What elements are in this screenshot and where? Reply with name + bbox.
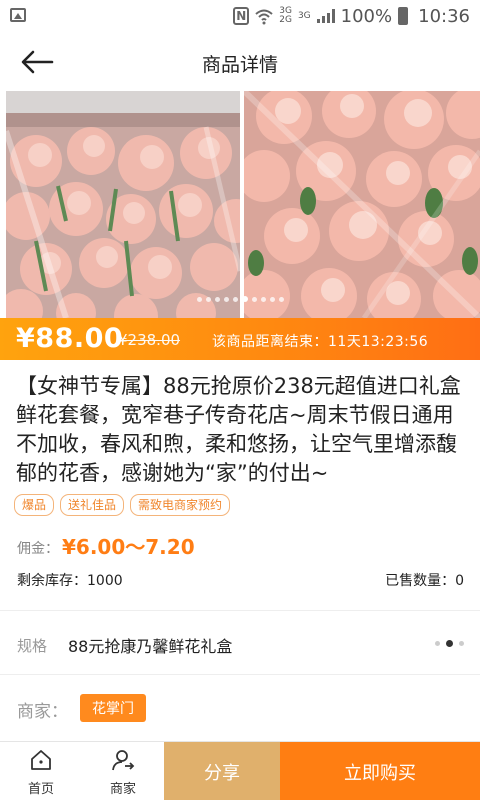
home-icon (31, 750, 51, 770)
home-label: 首页 (27, 782, 54, 797)
signal-icon (316, 9, 335, 23)
merchant-name-button[interactable]: 花掌门 (80, 694, 146, 722)
product-tags: 爆品 送礼佳品 需致电商家预约 (14, 494, 231, 516)
price-bar: ¥88.00 ¥238.00 该商品距离结束：11天13:23:56 (0, 318, 480, 360)
gallery-notification-icon (10, 8, 26, 22)
network-type-bottom: 2G (279, 15, 292, 25)
network-type-indicator-2: 3G (297, 10, 311, 21)
commission-label: 佣金： (17, 541, 59, 557)
home-button[interactable]: 首页 (0, 742, 82, 800)
carousel-indicator (0, 287, 480, 306)
divider (0, 610, 480, 611)
product-photo-left (6, 91, 240, 318)
product-title: 【女神节专属】88元抢原价238元超值进口礼盒鲜花套餐，宽窄巷子传奇花店~周末节… (16, 374, 461, 485)
clock: 10:36 (418, 5, 470, 27)
header: 商品详情 (0, 33, 480, 91)
merchant-label: 商家： (17, 702, 68, 722)
nfc-icon: N (233, 7, 250, 25)
spec-value: 88元抢康乃馨鲜花礼盒 (68, 637, 233, 656)
share-button[interactable]: 分享 (164, 742, 280, 800)
product-image-carousel[interactable] (0, 91, 480, 318)
battery-percent: 100% (340, 5, 393, 27)
tag-reservation: 需致电商家预约 (130, 494, 231, 516)
countdown-timer: 该商品距离结束：11天13:23:56 (212, 334, 429, 350)
merchant-nav-label: 商家 (109, 782, 136, 797)
wifi-icon (255, 9, 273, 25)
page-title: 商品详情 (201, 54, 278, 76)
merchant-user-icon (112, 750, 135, 771)
tag-hot: 爆品 (14, 494, 55, 516)
stock-remaining: 剩余库存：1000 (17, 573, 123, 589)
divider (0, 674, 480, 675)
original-price: ¥238.00 (118, 331, 181, 349)
battery-icon (398, 7, 409, 25)
status-bar: N 3G 2G 3G 100% 10:36 (0, 0, 480, 33)
product-photo-right (244, 91, 480, 318)
network-type-2: 3G (297, 10, 311, 21)
more-options-icon[interactable] (435, 640, 464, 647)
tag-gift: 送礼佳品 (60, 494, 125, 516)
current-price: ¥88.00 (16, 323, 124, 354)
buy-now-button[interactable]: 立即购买 (280, 742, 480, 800)
merchant-button[interactable]: 商家 (82, 742, 164, 800)
status-icons: N 3G 2G 3G 100% 10:36 (233, 4, 470, 28)
sold-count: 已售数量：0 (385, 573, 464, 589)
bottom-action-bar: 首页 商家 分享 立即购买 (0, 741, 480, 800)
commission-value: ¥6.00～7.20 (62, 535, 195, 559)
spec-label: 规格 (17, 637, 48, 655)
network-type-indicator: 3G 2G (279, 7, 292, 25)
